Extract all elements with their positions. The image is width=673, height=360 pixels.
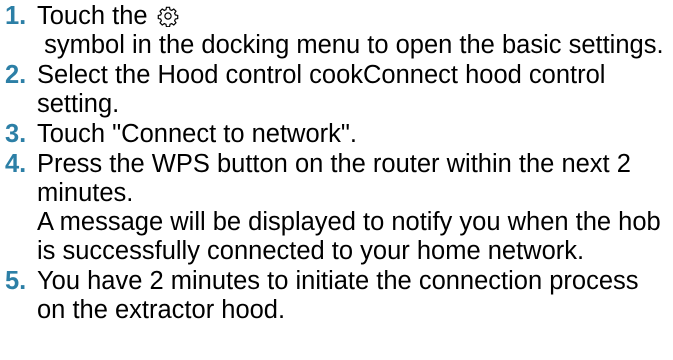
gear-icon — [157, 5, 179, 27]
step-number: 3. — [5, 120, 27, 148]
instruction-steps: 1. Touch the symbol in the docking menu … — [0, 2, 673, 325]
step-text-before-icon: Touch the — [37, 2, 155, 30]
step-number: 4. — [5, 150, 27, 178]
step-number: 5. — [5, 267, 27, 295]
step-text: Select the Hood control cookConnect hood… — [37, 61, 606, 118]
step-2: 2. Select the Hood control cookConnect h… — [0, 61, 673, 119]
step-text: Press the WPS button on the router withi… — [37, 150, 631, 207]
step-text: You have 2 minutes to initiate the conne… — [37, 267, 639, 324]
step-4: 4. Press the WPS button on the router wi… — [0, 150, 673, 266]
step-text: Touch the symbol in the docking menu to … — [37, 2, 664, 59]
step-3: 3. Touch "Connect to network". — [0, 120, 673, 149]
step-text-after-icon: symbol in the docking menu to open the b… — [37, 31, 664, 59]
step-number: 2. — [5, 61, 27, 89]
step-5: 5. You have 2 minutes to initiate the co… — [0, 267, 673, 325]
step-1: 1. Touch the symbol in the docking menu … — [0, 2, 673, 60]
step-result: A message will be displayed to notify yo… — [37, 208, 661, 265]
step-text: Touch "Connect to network". — [37, 120, 358, 148]
step-number: 1. — [5, 2, 27, 30]
